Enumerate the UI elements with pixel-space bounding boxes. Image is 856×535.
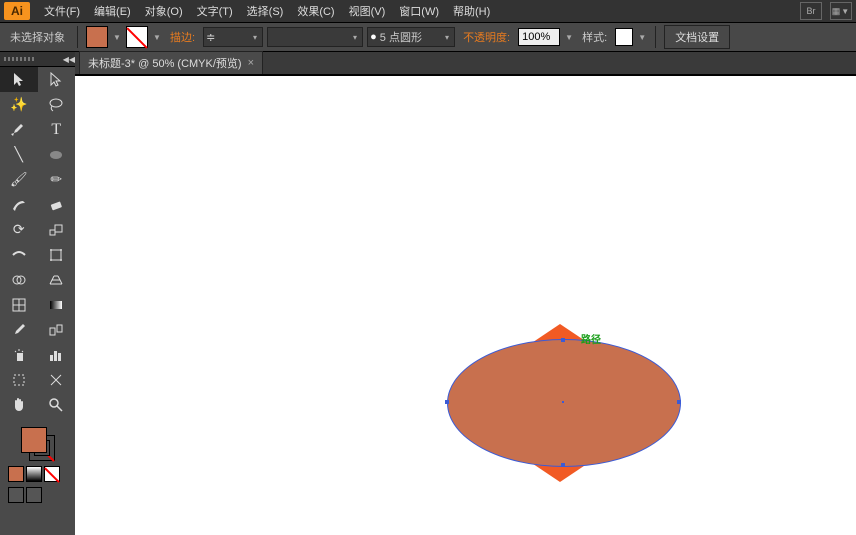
color-mode-gradient[interactable] <box>26 466 42 482</box>
bridge-icon[interactable]: Br <box>800 2 822 20</box>
brush-dropdown[interactable]: ▾ <box>267 27 363 47</box>
document-title: 未标题-3* @ 50% (CMYK/预览) <box>88 55 242 71</box>
fill-stroke-swatch[interactable] <box>21 427 55 461</box>
menu-effect[interactable]: 效果(C) <box>291 1 340 21</box>
stroke-swatch[interactable] <box>126 26 148 48</box>
ellipse-center-point <box>562 401 564 403</box>
fill-swatch[interactable] <box>86 26 108 48</box>
stroke-dropdown[interactable]: ▼ <box>152 33 162 42</box>
menu-file[interactable]: 文件(F) <box>38 1 86 21</box>
selection-status: 未选择对象 <box>10 29 65 45</box>
menu-select[interactable]: 选择(S) <box>241 1 290 21</box>
slice-tool[interactable] <box>38 367 76 392</box>
color-mode-solid[interactable] <box>8 466 24 482</box>
document-area: 未标题-3* @ 50% (CMYK/预览) × 路径 <box>75 52 856 535</box>
style-label: 样式: <box>582 29 607 45</box>
menu-bar: Ai 文件(F) 编辑(E) 对象(O) 文字(T) 选择(S) 效果(C) 视… <box>0 0 856 23</box>
ellipse-shape[interactable] <box>447 339 681 467</box>
menu-window[interactable]: 窗口(W) <box>393 1 445 21</box>
pencil-tool[interactable]: ✏ <box>38 167 76 192</box>
menu-view[interactable]: 视图(V) <box>343 1 392 21</box>
symbol-sprayer-tool[interactable] <box>0 342 38 367</box>
style-swatch[interactable] <box>615 28 633 46</box>
free-transform-tool[interactable] <box>38 242 76 267</box>
path-label: 路径 <box>581 331 601 346</box>
eyedropper-tool[interactable] <box>0 317 38 342</box>
document-tab-bar: 未标题-3* @ 50% (CMYK/预览) × <box>75 52 856 75</box>
opacity-dropdown[interactable]: ▼ <box>564 33 574 42</box>
type-tool[interactable]: T <box>38 117 76 142</box>
zoom-tool[interactable] <box>38 392 76 417</box>
hand-tool[interactable] <box>0 392 38 417</box>
menu-edit[interactable]: 编辑(E) <box>88 1 137 21</box>
pen-tool[interactable] <box>0 117 38 142</box>
column-graph-tool[interactable] <box>38 342 76 367</box>
stroke-weight-input[interactable]: ≑▾ <box>203 27 263 47</box>
close-tab-icon[interactable]: × <box>248 57 254 69</box>
opacity-input[interactable]: 100% <box>518 28 560 46</box>
blend-tool[interactable] <box>38 317 76 342</box>
canvas[interactable]: 路径 <box>75 75 856 535</box>
fill-color[interactable] <box>21 427 47 453</box>
menu-type[interactable]: 文字(T) <box>191 1 239 21</box>
stroke-label: 描边: <box>170 29 195 45</box>
screen-mode-normal[interactable] <box>8 487 24 503</box>
document-setup-button[interactable]: 文档设置 <box>664 25 730 49</box>
perspective-grid-tool[interactable] <box>38 267 76 292</box>
ellipse-tool[interactable] <box>38 142 76 167</box>
separator <box>655 26 656 48</box>
magic-wand-tool[interactable]: ✨ <box>0 92 38 117</box>
color-mode-none[interactable] <box>44 466 60 482</box>
document-tab[interactable]: 未标题-3* @ 50% (CMYK/预览) × <box>79 51 263 74</box>
blob-brush-tool[interactable] <box>0 192 38 217</box>
style-dropdown[interactable]: ▼ <box>637 33 647 42</box>
opacity-label: 不透明度: <box>463 29 510 45</box>
lasso-tool[interactable] <box>38 92 76 117</box>
shape-builder-tool[interactable] <box>0 267 38 292</box>
artboard-tool[interactable] <box>0 367 38 392</box>
gradient-tool[interactable] <box>38 292 76 317</box>
app-logo: Ai <box>4 2 30 20</box>
stroke-profile-dropdown[interactable]: ● 5 点圆形▾ <box>367 27 455 47</box>
arrange-icon[interactable]: ▦▼ <box>830 2 852 20</box>
eraser-tool[interactable] <box>38 192 76 217</box>
tools-panel: ◀◀ ✨ T ╲ 🖌 ✏ ⟳ <box>0 52 75 535</box>
separator <box>77 26 78 48</box>
selection-tool[interactable] <box>0 67 38 92</box>
width-tool[interactable] <box>0 242 38 267</box>
fill-dropdown[interactable]: ▼ <box>112 33 122 42</box>
control-bar: 未选择对象 ▼ ▼ 描边: ≑▾ ▾ ● 5 点圆形▾ 不透明度: 100%▼ … <box>0 23 856 52</box>
color-panel <box>0 421 75 507</box>
paintbrush-tool[interactable]: 🖌 <box>0 167 38 192</box>
rotate-tool[interactable]: ⟳ <box>0 217 38 242</box>
direct-selection-tool[interactable] <box>38 67 76 92</box>
menu-help[interactable]: 帮助(H) <box>447 1 496 21</box>
mesh-tool[interactable] <box>0 292 38 317</box>
line-tool[interactable]: ╲ <box>0 142 38 167</box>
scale-tool[interactable] <box>38 217 76 242</box>
panel-grip[interactable]: ◀◀ <box>0 52 75 67</box>
screen-mode-full[interactable] <box>26 487 42 503</box>
menu-object[interactable]: 对象(O) <box>139 1 189 21</box>
